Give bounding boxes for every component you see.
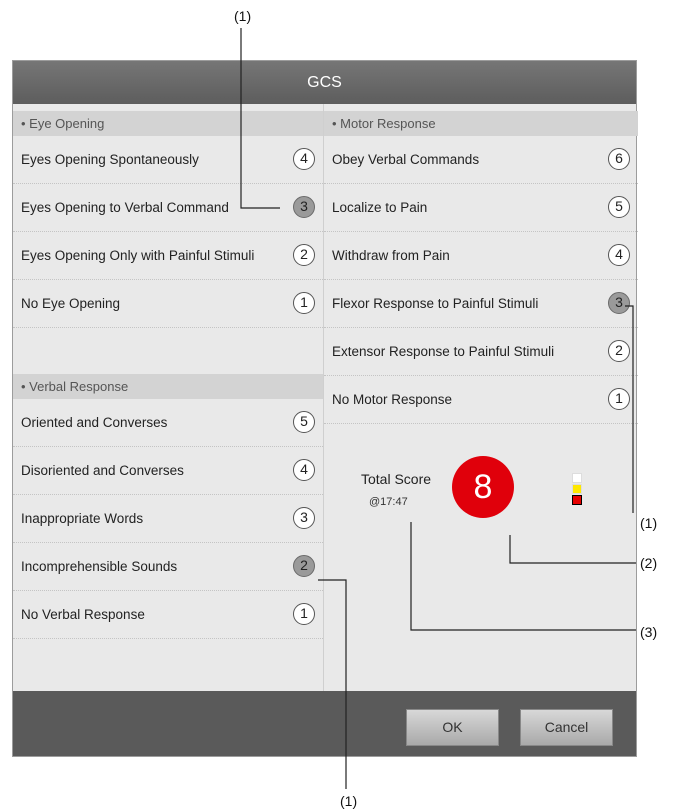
- callout-line-eye: [240, 28, 280, 209]
- callout-line-time: [410, 522, 636, 631]
- callout-lines: [240, 28, 636, 789]
- callout-line-total-score: [509, 535, 636, 564]
- callout-line-motor: [625, 305, 634, 513]
- callout-line-verbal: [318, 579, 347, 789]
